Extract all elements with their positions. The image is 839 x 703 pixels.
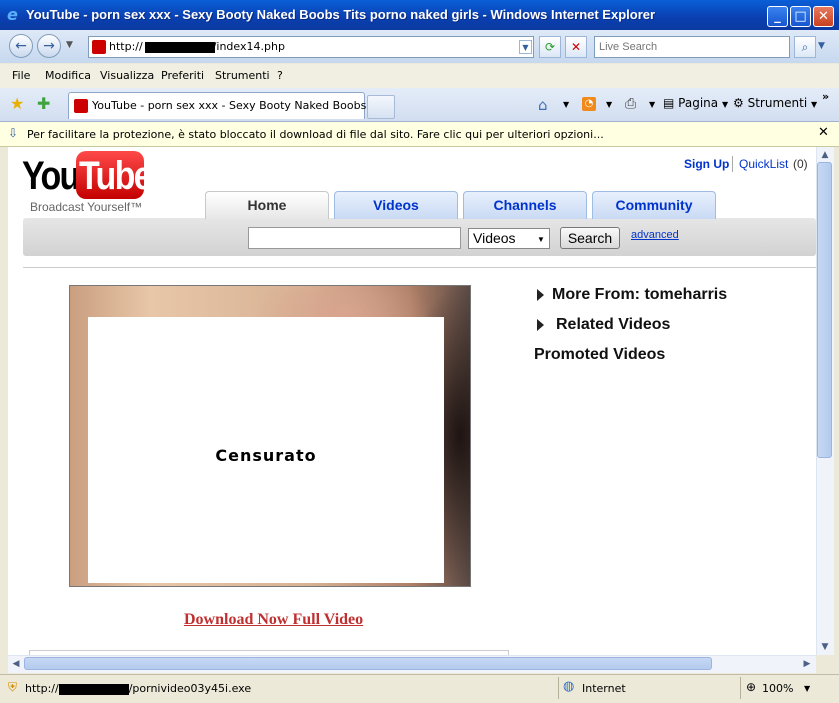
infobar-close-icon[interactable]: ✕ [818, 125, 829, 140]
chevron-down-icon: ▼ [537, 235, 545, 244]
search-category-value: Videos [473, 230, 516, 246]
search-options-dropdown-icon[interactable]: ▼ [818, 41, 825, 51]
shield-icon: ⛨ [8, 680, 18, 694]
address-dropdown-icon[interactable]: ▼ [519, 40, 532, 54]
tab-home[interactable]: Home [205, 191, 329, 219]
menu-preferiti[interactable]: Preferiti [161, 69, 204, 82]
window-title: YouTube - porn sex xxx - Sexy Booty Nake… [26, 7, 656, 22]
tools-menu[interactable]: ⚙ Strumenti ▼ [733, 96, 817, 110]
related-videos-section[interactable]: Related Videos [556, 316, 670, 334]
address-suffix: /index14.php [212, 40, 285, 53]
tab-active-label: YouTube - porn sex xxx - Sexy Booty Nake… [92, 99, 390, 112]
search-icon[interactable]: ⌕ [794, 36, 816, 58]
youtube-slogan: Broadcast Yourself™ [30, 200, 143, 214]
more-tools-chevron-icon[interactable]: » [822, 90, 829, 103]
tools-dropdown-icon: ▼ [811, 100, 818, 109]
rss-feed-icon[interactable]: ◔ [582, 97, 596, 111]
youtube-logo-you[interactable]: You [22, 154, 80, 198]
tab-videos[interactable]: Videos [334, 191, 458, 219]
menu-modifica[interactable]: Modifica [45, 69, 91, 82]
youtube-favicon-icon [74, 99, 88, 113]
new-tab-button[interactable] [367, 95, 395, 119]
video-search-input[interactable] [248, 227, 461, 249]
maximize-button[interactable]: □ [790, 6, 811, 27]
feed-dropdown-icon[interactable]: ▼ [606, 100, 612, 109]
expand-triangle-icon[interactable] [537, 289, 544, 301]
redacted-block [145, 42, 215, 53]
close-button[interactable]: ✕ [813, 6, 834, 27]
sign-up-link[interactable]: Sign Up [684, 157, 729, 171]
youtube-logo-tube[interactable]: Tube [79, 154, 153, 198]
tab-active[interactable]: YouTube - porn sex xxx - Sexy Booty Nake… [68, 92, 390, 119]
information-bar-text[interactable]: Per facilitare la protezione, è stato bl… [27, 128, 604, 141]
tools-menu-label: Strumenti [747, 96, 808, 110]
redacted-block [58, 683, 129, 695]
status-url: http:// /pornivideo03y45i.exe [25, 682, 251, 695]
status-url-suffix: /pornivideo03y45i.exe [128, 682, 252, 695]
address-prefix: http:// [109, 40, 143, 53]
page-menu[interactable]: ▤ Pagina ▼ [663, 96, 728, 110]
tab-channels[interactable]: Channels [463, 191, 587, 219]
download-video-link[interactable]: Download Now Full Video [184, 611, 363, 629]
status-url-prefix: http:// [25, 682, 59, 695]
refresh-icon[interactable]: ⟳ [539, 36, 561, 58]
ie-logo-icon: e [7, 5, 18, 24]
status-divider [740, 677, 741, 699]
page-icon: ▤ [663, 96, 675, 110]
scroll-right-icon[interactable]: ▶ [800, 657, 814, 671]
header-divider [732, 156, 733, 172]
header-separator [23, 267, 816, 268]
search-button[interactable]: Search [560, 227, 620, 249]
home-icon[interactable]: ⌂ [538, 96, 548, 114]
gear-icon: ⚙ [733, 96, 744, 110]
quicklist-link[interactable]: QuickList [739, 157, 788, 171]
scroll-left-icon[interactable]: ◀ [9, 657, 23, 671]
tab-community[interactable]: Community [592, 191, 716, 219]
print-dropdown-icon[interactable]: ▼ [649, 100, 655, 109]
page-menu-label: Pagina [678, 96, 719, 110]
promoted-videos-section: Promoted Videos [534, 346, 666, 363]
globe-icon: ◍ [563, 679, 575, 694]
quicklist-count: (0) [793, 157, 808, 171]
scroll-down-icon[interactable]: ▼ [818, 640, 832, 654]
live-search-input[interactable] [594, 36, 790, 58]
history-dropdown-icon[interactable]: ▼ [66, 40, 73, 50]
search-category-select[interactable]: Videos ▼ [468, 228, 550, 249]
add-favorite-icon[interactable]: ✚ [37, 94, 50, 113]
scroll-up-icon[interactable]: ▲ [818, 148, 832, 162]
more-from-section[interactable]: More From: tomeharris [552, 286, 727, 304]
forward-button[interactable]: → [37, 34, 61, 58]
security-zone[interactable]: Internet [582, 682, 626, 695]
menu-visualizza[interactable]: Visualizza [100, 69, 154, 82]
censored-label: Censurato [215, 446, 317, 465]
home-dropdown-icon[interactable]: ▼ [563, 100, 569, 109]
menu-strumenti[interactable]: Strumenti [215, 69, 270, 82]
address-bar[interactable]: http:// /index14.php ▼ [88, 36, 534, 58]
advanced-search-link[interactable]: advanced [631, 229, 679, 241]
expand-triangle-icon[interactable] [537, 319, 544, 331]
print-icon[interactable]: ⎙ [625, 96, 636, 112]
back-button[interactable]: ← [9, 34, 33, 58]
horizontal-scroll-thumb[interactable] [24, 657, 712, 670]
vertical-scroll-thumb[interactable] [817, 162, 832, 458]
status-divider [558, 677, 559, 699]
favorites-star-icon[interactable]: ★ [10, 94, 24, 113]
menu-file[interactable]: File [12, 69, 30, 82]
zoom-icon: ⊕ [746, 680, 757, 694]
zoom-level[interactable]: 100% [762, 682, 793, 695]
page-dropdown-icon: ▼ [721, 100, 729, 109]
minimize-button[interactable]: _ [767, 6, 788, 27]
menu-help[interactable]: ? [277, 69, 283, 82]
youtube-favicon-icon [92, 40, 106, 54]
stop-icon[interactable]: ✕ [565, 36, 587, 58]
download-blocked-icon: ⇩ [8, 126, 19, 140]
zoom-dropdown-icon[interactable]: ▼ [804, 684, 810, 693]
